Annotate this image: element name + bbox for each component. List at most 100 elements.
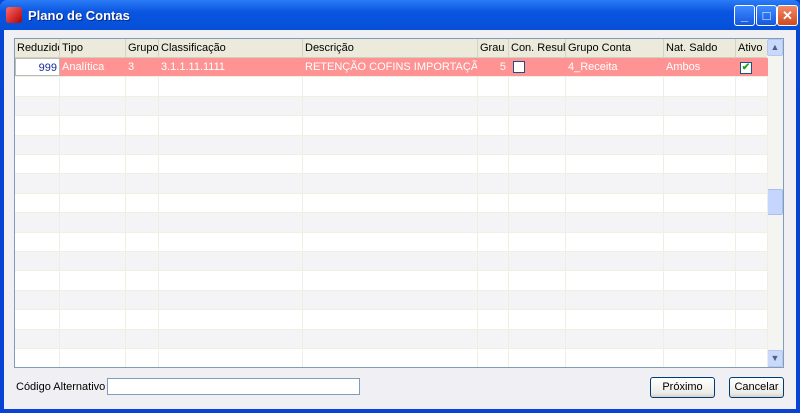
cell-grupo[interactable] (126, 290, 159, 310)
scroll-down-icon[interactable]: ▼ (767, 350, 783, 367)
cell-reduzido[interactable] (15, 155, 60, 174)
cell-nat_saldo[interactable] (664, 271, 736, 290)
minimize-button[interactable]: _ (734, 5, 755, 26)
table-row[interactable] (15, 193, 768, 214)
cell-reduzido[interactable] (15, 77, 60, 96)
cell-classificacao[interactable] (159, 232, 303, 251)
cell-tipo[interactable] (60, 329, 126, 348)
cell-classificacao[interactable] (159, 174, 303, 193)
close-button[interactable]: ✕ (777, 5, 798, 26)
table-row[interactable] (15, 135, 768, 155)
cell-reduzido[interactable] (15, 349, 60, 367)
cell-reduzido[interactable] (15, 135, 60, 154)
cell-classificacao[interactable] (159, 77, 303, 96)
cell-grupo_conta[interactable] (566, 213, 664, 232)
cell-reduzido[interactable] (15, 290, 60, 310)
cell-descricao[interactable] (303, 174, 478, 193)
cell-tipo[interactable] (60, 349, 126, 367)
cell-nat_saldo[interactable] (664, 174, 736, 193)
cell-ativo[interactable] (736, 135, 768, 154)
cell-grau[interactable] (478, 232, 509, 251)
cell-nat_saldo[interactable] (664, 329, 736, 348)
cell-ativo[interactable] (736, 116, 768, 135)
table-row[interactable] (15, 77, 768, 97)
column-header[interactable]: Grupo (126, 39, 159, 57)
title-bar[interactable]: Plano de Contas _ □ ✕ (0, 0, 800, 30)
cell-grupo_conta[interactable] (566, 349, 664, 367)
cell-grau[interactable]: 5 (478, 58, 509, 77)
cell-reduzido[interactable] (15, 329, 60, 348)
cell-con_result[interactable] (509, 174, 566, 193)
cell-ativo[interactable] (736, 174, 768, 193)
cell-classificacao[interactable] (159, 135, 303, 154)
cell-ativo[interactable] (736, 310, 768, 329)
cell-descricao[interactable] (303, 213, 478, 232)
cell-tipo[interactable] (60, 96, 126, 116)
cell-descricao[interactable] (303, 310, 478, 329)
cell-tipo[interactable] (60, 174, 126, 193)
cell-reduzido[interactable] (15, 271, 60, 290)
column-header[interactable]: Grau (478, 39, 509, 57)
cell-grau[interactable] (478, 116, 509, 135)
cell-classificacao[interactable] (159, 271, 303, 290)
cell-ativo[interactable] (736, 213, 768, 232)
cell-grau[interactable] (478, 155, 509, 174)
cell-tipo[interactable]: Analítica (60, 58, 126, 77)
table-row[interactable] (15, 329, 768, 349)
cell-grupo[interactable] (126, 193, 159, 213)
cell-tipo[interactable] (60, 213, 126, 232)
cell-grau[interactable] (478, 135, 509, 154)
cell-grupo_conta[interactable] (566, 193, 664, 213)
column-header[interactable]: Descrição (303, 39, 478, 57)
cell-grupo[interactable] (126, 329, 159, 348)
cell-grupo[interactable] (126, 310, 159, 329)
cell-nat_saldo[interactable] (664, 135, 736, 154)
cell-con_result[interactable] (509, 58, 566, 77)
cell-grupo_conta[interactable] (566, 232, 664, 251)
cell-tipo[interactable] (60, 252, 126, 271)
cell-grupo[interactable]: 3 (126, 58, 159, 77)
cell-classificacao[interactable] (159, 193, 303, 213)
cell-descricao[interactable] (303, 96, 478, 116)
cell-grupo[interactable] (126, 213, 159, 232)
table-row[interactable] (15, 290, 768, 311)
cell-classificacao[interactable] (159, 116, 303, 135)
accounts-grid[interactable]: Reduzido Tipo Grupo Classificação Descrição G… (14, 38, 784, 368)
cell-nat_saldo[interactable] (664, 290, 736, 310)
cell-tipo[interactable] (60, 77, 126, 96)
column-header[interactable]: Con. Result. (509, 39, 566, 57)
cell-grupo[interactable] (126, 232, 159, 251)
cell-con_result[interactable] (509, 290, 566, 310)
column-header[interactable]: Nat. Saldo (664, 39, 736, 57)
cell-grau[interactable] (478, 193, 509, 213)
cell-grupo[interactable] (126, 252, 159, 271)
cell-ativo[interactable] (736, 271, 768, 290)
cell-ativo[interactable] (736, 77, 768, 96)
cell-descricao[interactable] (303, 329, 478, 348)
cell-ativo[interactable]: ✔ (736, 58, 768, 77)
cell-classificacao[interactable] (159, 349, 303, 367)
cell-nat_saldo[interactable] (664, 96, 736, 116)
cell-con_result[interactable] (509, 96, 566, 116)
cell-con_result[interactable] (509, 329, 566, 348)
cell-grupo_conta[interactable] (566, 290, 664, 310)
cell-con_result[interactable] (509, 77, 566, 96)
cell-tipo[interactable] (60, 310, 126, 329)
cell-classificacao[interactable] (159, 252, 303, 271)
cell-grau[interactable] (478, 290, 509, 310)
cell-con_result[interactable] (509, 271, 566, 290)
vertical-scrollbar[interactable]: ▲ ▼ (767, 39, 783, 367)
cell-reduzido[interactable] (15, 174, 60, 193)
cell-grupo_conta[interactable] (566, 116, 664, 135)
cell-classificacao[interactable] (159, 310, 303, 329)
cell-grupo_conta[interactable] (566, 155, 664, 174)
cell-con_result[interactable] (509, 155, 566, 174)
cell-grau[interactable] (478, 77, 509, 96)
cell-descricao[interactable] (303, 232, 478, 251)
cell-grupo_conta[interactable] (566, 174, 664, 193)
cell-con_result[interactable] (509, 116, 566, 135)
con_result-checkbox[interactable] (513, 61, 525, 73)
cell-grau[interactable] (478, 252, 509, 271)
cell-nat_saldo[interactable] (664, 349, 736, 367)
cell-ativo[interactable] (736, 193, 768, 213)
